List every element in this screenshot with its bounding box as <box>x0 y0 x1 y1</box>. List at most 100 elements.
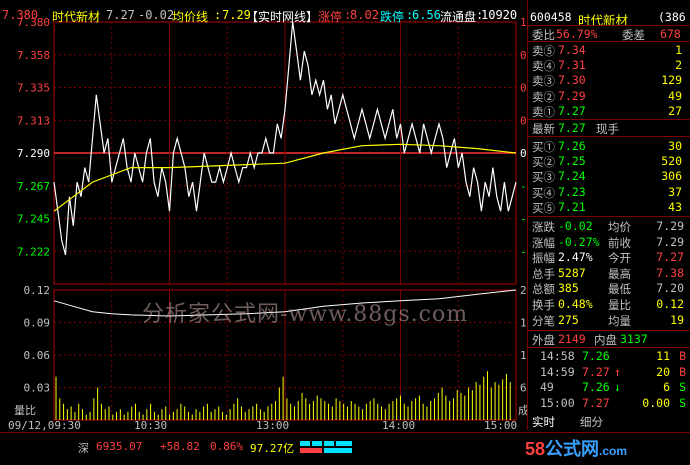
stat-row: 振幅 2.47% 今开 7.27 <box>532 250 684 266</box>
volume-ratio-tick: 0.03 <box>24 382 51 395</box>
ask-row: 卖④ 7.31 2 <box>532 58 682 74</box>
bid-price: 7.24 <box>558 169 586 184</box>
tab-detail[interactable]: 细分 <box>580 414 603 430</box>
stat-row: 涨幅 -0.27% 前收 7.29 <box>532 234 684 250</box>
time-tick-label: 09/12,09:30 <box>8 419 81 432</box>
stat-row: 总额 385 最低 7.20 <box>532 281 684 297</box>
time-tick-label: 13:00 <box>256 419 289 432</box>
watermark-text: 分析家公式网-www.88gs.com <box>142 302 469 327</box>
bid-volume: 37 <box>668 184 682 199</box>
index-name: 深 <box>78 442 89 455</box>
price-tick-label: 7.222 <box>17 245 50 258</box>
index-change: +58.82 <box>160 440 200 453</box>
stat-value-right: 7.27 <box>656 250 684 265</box>
ask-price: 7.29 <box>558 88 586 103</box>
tab-realtime[interactable]: 实时 <box>532 414 555 430</box>
stock-code-suffix: (386 <box>658 10 686 24</box>
stat-value-left: -0.27% <box>558 234 600 249</box>
volume-ratio-tick: 0.06 <box>24 349 51 362</box>
stat-value-right: 7.38 <box>656 265 684 280</box>
breadth-bar <box>300 441 352 453</box>
ask-volume: 1 <box>675 43 682 57</box>
bid-price: 7.23 <box>558 184 586 199</box>
stat-row: 总手 5287 最高 7.38 <box>532 265 684 281</box>
chart-stock-name: 时代新材 <box>52 10 101 24</box>
volume-ratio-tick: 0.12 <box>24 284 51 297</box>
panel-title: 600458 时代新材 (386 <box>530 10 686 28</box>
ask-price: 7.27 <box>558 103 586 118</box>
price-tick-label: 7.290 <box>17 147 50 160</box>
ask-price: 7.31 <box>558 58 586 73</box>
price-tick-label: 7.267 <box>17 180 50 193</box>
chart-price-top-label: 7.380 <box>2 8 39 22</box>
stock-code: 600458 <box>530 10 572 24</box>
price-tick-label: 7.313 <box>17 114 50 127</box>
stat-value-left: 5287 <box>558 265 586 280</box>
chart-header-price: 7.27 <box>106 8 135 22</box>
tick-row: 49 7.26 ↓ 6 S <box>540 380 686 394</box>
order-ratio-value: 56.79% <box>556 27 598 41</box>
time-tick-label: 10:30 <box>134 419 167 432</box>
limit-up-label: 涨停 <box>318 10 343 24</box>
stat-value-right: 19 <box>670 312 684 327</box>
stat-value-left: 2.47% <box>558 250 593 265</box>
index-amount: 97.27亿 <box>250 442 295 455</box>
stat-value-left: 385 <box>558 281 579 296</box>
price-tick-label: 7.245 <box>17 213 50 226</box>
tick-row: 15:00 7.27 0.00 S <box>540 395 686 410</box>
ask-volume: 129 <box>661 73 682 88</box>
outer-inner-row: 外盘 2149 内盘 3137 <box>532 332 648 347</box>
ask-price: 7.30 <box>558 73 586 88</box>
ask-row: 卖① 7.27 27 <box>532 103 682 119</box>
stat-value-right: 0.12 <box>656 297 684 311</box>
quote-panel: 600458 时代新材 (386 委比 56.79% 委差 678 卖⑤ 7.34… <box>527 0 690 430</box>
stat-value-right: 7.29 <box>656 234 684 249</box>
latest-price-value: 7.27 <box>558 121 586 135</box>
float-shares-value: 10920 <box>481 8 518 22</box>
bid-volume: 43 <box>668 199 682 214</box>
bid-row: 买④ 7.23 37 <box>532 184 682 200</box>
volume-ratio-axis-label: 量比 <box>14 404 36 417</box>
bid-price: 7.21 <box>558 199 586 214</box>
float-shares-label: 流通盘 <box>440 10 477 24</box>
index-value: 6935.07 <box>96 440 143 453</box>
stat-value-left: -0.02 <box>558 219 593 233</box>
latest-price-row: 最新 7.27 现手 <box>532 121 619 136</box>
bid-volume: 520 <box>661 154 682 169</box>
order-diff-value: 678 <box>660 27 681 41</box>
stat-value-left: 275 <box>558 312 579 327</box>
site-logo: 58公式网.com <box>525 439 628 459</box>
bid-row: 买① 7.26 30 <box>532 139 682 154</box>
realtime-tag: 【实时网线】 <box>246 10 319 24</box>
bid-price: 7.26 <box>558 139 586 153</box>
bid-price: 7.25 <box>558 154 586 169</box>
stat-value-right: 7.20 <box>656 281 684 296</box>
ask-row: 卖③ 7.30 129 <box>532 73 682 89</box>
inner-volume-value: 3137 <box>620 332 648 346</box>
avg-line-label: 均价线 <box>172 10 209 24</box>
time-tick-label: 15:00 <box>484 419 517 432</box>
price-tick-label: 7.335 <box>17 82 50 95</box>
tick-row: 14:59 7.27 ↑ 20 B <box>540 364 686 379</box>
ask-price: 7.34 <box>558 43 586 57</box>
stat-row: 分笔 275 均量 19 <box>532 312 684 328</box>
bid-volume: 306 <box>661 169 682 184</box>
limit-up-value: 8.02 <box>350 8 379 22</box>
stat-value-left: 0.48% <box>558 297 593 311</box>
bid-volume: 30 <box>668 139 682 153</box>
bid-row: 买② 7.25 520 <box>532 154 682 170</box>
bid-row: 买⑤ 7.21 43 <box>532 199 682 215</box>
index-pct: 0.86% <box>210 440 244 453</box>
time-tick-label: 14:00 <box>382 419 415 432</box>
price-tick-label: 7.358 <box>17 49 50 62</box>
limit-down-label: 跌停 <box>380 10 405 24</box>
ask-volume: 2 <box>675 58 682 73</box>
ask-row: 卖② 7.29 49 <box>532 88 682 104</box>
limit-down-value: 6.56 <box>412 8 441 22</box>
panel-footer: 实时 细分 <box>532 414 688 430</box>
volume-ratio-tick: 0.09 <box>24 317 51 330</box>
outer-volume-value: 2149 <box>558 332 586 346</box>
bid-row: 买③ 7.24 306 <box>532 169 682 185</box>
chart-header-change: -0.02 <box>138 8 175 22</box>
ask-row: 卖⑤ 7.34 1 <box>532 43 682 58</box>
